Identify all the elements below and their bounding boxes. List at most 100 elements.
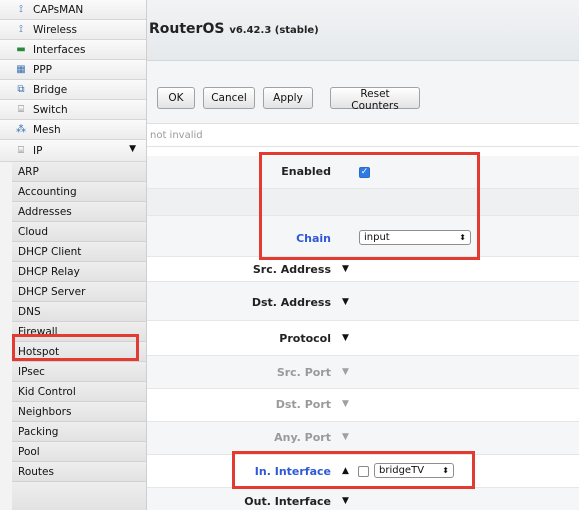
status-text: not invalid [150,130,203,141]
select-arrows-icon: ⬍ [442,466,449,475]
out-interface-label: Out. Interface [244,495,331,508]
sidebar-subitem-label: IPsec [18,365,45,378]
sidebar-item-label: Wireless [33,23,77,36]
enabled-checkbox[interactable]: ✓ [359,167,370,178]
any-port-row [147,422,579,455]
sidebar-subitem-neighbors[interactable]: Neighbors [12,402,146,422]
sidebar-subitem-routes[interactable]: Routes [12,462,146,482]
sidebar-item-interfaces[interactable]: ▬ Interfaces [0,40,146,60]
any-port-expand-icon[interactable]: ▼ [342,432,349,442]
in-interface-collapse-icon[interactable]: ▲ [342,466,349,476]
sidebar-subitem-partial [12,482,146,510]
chain-label: Chain [296,232,331,245]
product-version: v6.42.3 (stable) [229,25,319,36]
sidebar-item-wireless[interactable]: ⟟ Wireless [0,20,146,40]
src-address-expand-icon[interactable]: ▼ [342,264,349,274]
in-interface-select-value: bridgeTV [379,465,425,476]
chain-select[interactable]: input ⬍ [359,230,471,245]
out-interface-row [147,488,579,510]
in-interface-label: In. Interface [254,465,331,478]
sidebar-subitem-label: Neighbors [18,405,72,418]
sidebar-item-label: CAPsMAN [33,3,84,16]
src-address-row [147,257,579,282]
dst-address-expand-icon[interactable]: ▼ [342,297,349,307]
src-port-expand-icon[interactable]: ▼ [342,367,349,377]
in-interface-select[interactable]: bridgeTV ⬍ [374,463,454,478]
src-port-label: Src. Port [276,366,331,379]
src-address-label: Src. Address [252,263,331,276]
protocol-row [147,321,579,356]
sidebar-item-bridge[interactable]: ⧉ Bridge [0,80,146,100]
sidebar-subitem-label: Cloud [18,225,48,238]
sidebar-subitem-cloud[interactable]: Cloud [12,222,146,242]
sidebar-subitem-label: Hotspot [18,345,60,358]
sidebar-item-ppp[interactable]: ▦ PPP [0,60,146,80]
sidebar-item-label: PPP [33,63,52,76]
sidebar-subitem-label: Kid Control [18,385,76,398]
out-interface-expand-icon[interactable]: ▼ [342,496,349,506]
sidebar-subitem-label: DHCP Client [18,245,82,258]
sidebar-item-label: Interfaces [33,43,86,56]
dst-port-row [147,389,579,422]
sidebar-subitem-label: ARP [18,165,39,178]
sidebar-subitem-label: Addresses [18,205,72,218]
sidebar-subitem-kid-control[interactable]: Kid Control [12,382,146,402]
sidebar-subitem-addresses[interactable]: Addresses [12,202,146,222]
sidebar-item-capsman[interactable]: ⟟ CAPsMAN [0,0,146,20]
sidebar-item-label: IP [33,144,43,157]
sidebar-subitem-hotspot[interactable]: Hotspot [12,342,146,362]
sidebar-subitem-accounting[interactable]: Accounting [12,182,146,202]
sidebar-subitem-label: Packing [18,425,59,438]
sidebar-subitem-dhcp-relay[interactable]: DHCP Relay [12,262,146,282]
enabled-label: Enabled [281,165,331,178]
sidebar-subitem-pool[interactable]: Pool [12,442,146,462]
sidebar-subitem-label: DHCP Relay [18,265,80,278]
sidebar-item-label: Bridge [33,83,68,96]
sidebar-subitem-firewall[interactable]: Firewall [12,322,146,342]
sidebar-item-label: Switch [33,103,68,116]
status-bar [147,124,579,147]
sidebar-item-ip[interactable]: ⌸ IP ▼ [0,140,146,162]
protocol-expand-icon[interactable]: ▼ [342,333,349,343]
sidebar-subitem-arp[interactable]: ARP [12,162,146,182]
reset-counters-button[interactable]: Reset Counters [330,87,420,112]
sidebar-subitem-dhcp-server[interactable]: DHCP Server [12,282,146,302]
sidebar-item-label: Mesh [33,123,61,136]
protocol-label: Protocol [279,332,331,345]
src-port-row [147,356,579,389]
ppp-icon: ▦ [16,64,26,75]
sidebar-subitem-dhcp-client[interactable]: DHCP Client [12,242,146,262]
sidebar-subitem-packing[interactable]: Packing [12,422,146,442]
dst-address-label: Dst. Address [251,296,331,309]
sidebar-subitem-label: Routes [18,465,54,478]
in-interface-invert-checkbox[interactable] [358,466,369,477]
dst-address-row [147,282,579,321]
sidebar-subitem-label: Accounting [18,185,77,198]
bridge-icon: ⧉ [17,84,25,95]
switch-icon: ⌸ [18,104,24,115]
dst-port-expand-icon[interactable]: ▼ [342,399,349,409]
chevron-down-icon: ▼ [129,144,136,154]
sidebar: ⟟ CAPsMAN ⟟ Wireless ▬ Interfaces ▦ PPP … [0,0,147,510]
product-name: RouterOS [149,21,225,37]
page-title: RouterOS v6.42.3 (stable) [149,21,319,37]
dst-port-label: Dst. Port [275,398,331,411]
mesh-icon: ⁂ [16,124,26,135]
sidebar-subitem-dns[interactable]: DNS [12,302,146,322]
spacer-row [147,189,579,216]
apply-button[interactable]: Apply [263,87,313,109]
select-arrows-icon: ⬍ [459,233,466,242]
wireless-icon: ⟟ [19,24,23,35]
sidebar-subitem-label: DHCP Server [18,285,86,298]
sidebar-subitem-label: Pool [18,445,40,458]
sidebar-item-mesh[interactable]: ⁂ Mesh [0,120,146,140]
capsman-icon: ⟟ [19,4,23,15]
chain-select-value: input [364,232,390,243]
sidebar-subitem-ipsec[interactable]: IPsec [12,362,146,382]
ok-button[interactable]: OK [157,87,195,109]
any-port-label: Any. Port [274,431,331,444]
cancel-button[interactable]: Cancel [203,87,255,109]
sidebar-subitem-label: Firewall [18,325,58,338]
sidebar-item-switch[interactable]: ⌸ Switch [0,100,146,120]
interfaces-icon: ▬ [16,44,26,55]
